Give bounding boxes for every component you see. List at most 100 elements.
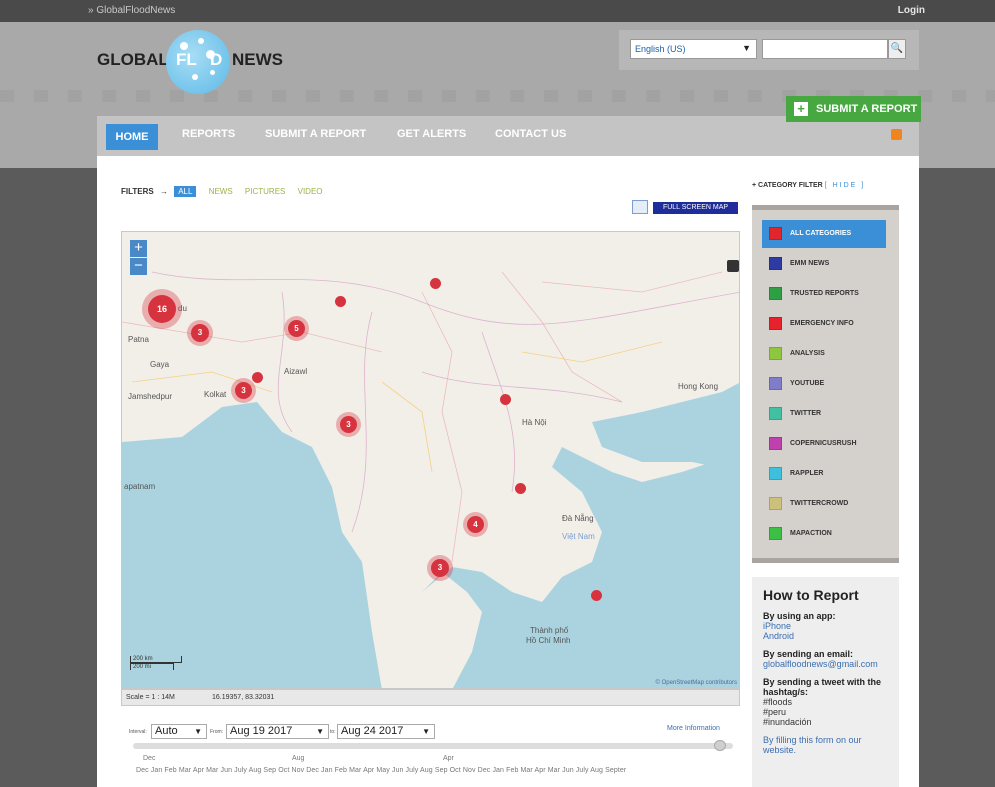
map-cluster-marker[interactable]: 3	[235, 382, 252, 399]
map-filters: FILTERS → ALL NEWS PICTURES VIDEO	[121, 186, 333, 197]
map-point-marker[interactable]	[500, 394, 511, 405]
category-filter-hide-link[interactable]: [ HIDE ]	[825, 182, 866, 189]
category-item[interactable]: YOUTUBE	[762, 370, 886, 398]
category-item[interactable]: ANALYSIS	[762, 340, 886, 368]
hashtag: #peru	[763, 707, 787, 717]
category-item[interactable]: COPERNICUSRUSH	[762, 430, 886, 458]
category-item[interactable]: EMM NEWS	[762, 250, 886, 278]
timeline-slider-handle[interactable]	[714, 740, 726, 751]
search-icon[interactable]: 🔍	[888, 39, 906, 59]
category-item[interactable]: ALL CATEGORIES	[762, 220, 886, 248]
language-select[interactable]: English (US) ▼	[630, 39, 757, 59]
fullscreen-icon[interactable]	[632, 200, 648, 214]
category-swatch-icon	[769, 407, 782, 420]
category-item[interactable]: TWITTERCROWD	[762, 490, 886, 518]
nav-contact-us[interactable]: CONTACT US	[495, 128, 566, 140]
filter-all[interactable]: ALL	[174, 186, 197, 197]
chevron-down-icon: ▼	[194, 727, 202, 736]
category-swatch-icon	[769, 347, 782, 360]
map-cluster-marker[interactable]: 3	[191, 324, 209, 342]
category-filter-header: + CATEGORY FILTER [ HIDE ]	[752, 182, 866, 189]
category-item[interactable]: RAPPLER	[762, 460, 886, 488]
map-label-hanoi: Hà Nội	[522, 418, 547, 427]
category-swatch-icon	[769, 377, 782, 390]
logo-drop-icon[interactable]: FL D	[166, 30, 230, 94]
email-link[interactable]: globalfloodnews@gmail.com	[763, 659, 888, 669]
category-swatch-icon	[769, 437, 782, 450]
interval-label: Interval:	[129, 729, 147, 735]
filter-news[interactable]: NEWS	[209, 187, 233, 196]
map-label-jamshedpur: Jamshedpur	[128, 392, 173, 401]
full-screen-map-button[interactable]: FULL SCREEN MAP	[653, 202, 738, 214]
map-label-aizawl: Aizawl	[284, 367, 308, 376]
category-item[interactable]: MAPACTION	[762, 520, 886, 548]
interval-select[interactable]: Auto ▼	[151, 724, 207, 739]
map-cluster-marker[interactable]: 5	[288, 320, 305, 337]
to-date-value: Aug 24 2017	[341, 725, 404, 737]
map-cluster-marker[interactable]: 16	[148, 295, 176, 323]
map-point-marker[interactable]	[591, 590, 602, 601]
map-label-patna: Patna	[128, 335, 149, 344]
timeline-year-mark: Apr	[443, 755, 454, 762]
search-input[interactable]	[762, 39, 888, 59]
more-information-link[interactable]: More Information	[667, 725, 720, 732]
logo-text-global[interactable]: GLOBAL	[97, 50, 169, 70]
rss-icon[interactable]	[891, 129, 902, 140]
to-date-select[interactable]: Aug 24 2017 ▼	[337, 724, 435, 739]
map-attribution[interactable]: © OpenStreetMap contributors	[656, 680, 737, 686]
site-breadcrumb[interactable]: » GlobalFloodNews	[88, 5, 175, 16]
submit-report-button[interactable]: + SUBMIT A REPORT	[786, 96, 921, 122]
category-label: TWITTERCROWD	[790, 500, 849, 507]
map-cluster-marker[interactable]: 4	[467, 516, 484, 533]
category-item[interactable]: TWITTER	[762, 400, 886, 428]
category-filter-title: CATEGORY FILTER	[758, 182, 823, 189]
map-scale-bar: 200 km 200 mi	[130, 656, 182, 670]
category-swatch-icon	[769, 287, 782, 300]
map-point-marker[interactable]	[252, 372, 263, 383]
map-point-marker[interactable]	[430, 278, 441, 289]
site-name[interactable]: GlobalFloodNews	[96, 5, 175, 16]
form-link[interactable]: By filling this form on our website.	[763, 735, 888, 755]
nav-submit-report[interactable]: SUBMIT A REPORT	[265, 128, 366, 140]
map-coordinates: 16.19357, 83.32031	[212, 694, 275, 701]
android-link[interactable]: Android	[763, 631, 888, 641]
chevron-down-icon: ▼	[422, 727, 430, 736]
category-label: COPERNICUSRUSH	[790, 440, 857, 447]
map-point-marker[interactable]	[515, 483, 526, 494]
logo-text-news[interactable]: NEWS	[232, 50, 283, 70]
category-label: ALL CATEGORIES	[790, 230, 852, 237]
logo-fl: FL	[176, 50, 197, 69]
to-label: to:	[330, 729, 336, 735]
map-cluster-marker[interactable]: 3	[340, 416, 357, 433]
category-label: EMM NEWS	[790, 260, 830, 267]
layers-icon[interactable]	[727, 260, 739, 272]
from-date-select[interactable]: Aug 19 2017 ▼	[226, 724, 329, 739]
zoom-in-button[interactable]: +	[130, 240, 147, 257]
map-scale-text: Scale = 1 : 14M	[126, 694, 175, 701]
filters-label: FILTERS	[121, 187, 154, 196]
map-label-du: du	[178, 304, 187, 313]
scale-km: 200 km	[130, 656, 182, 663]
iphone-link[interactable]: iPhone	[763, 621, 888, 631]
login-link[interactable]: Login	[898, 5, 925, 16]
filter-pictures[interactable]: PICTURES	[245, 187, 285, 196]
category-item[interactable]: TRUSTED REPORTS	[762, 280, 886, 308]
category-item[interactable]: EMERGENCY INFO	[762, 310, 886, 338]
timeline-slider-track[interactable]	[133, 743, 733, 749]
map-label-hcm-2: Hồ Chí Minh	[526, 636, 571, 645]
nav-reports[interactable]: REPORTS	[182, 128, 235, 140]
filter-video[interactable]: VIDEO	[298, 187, 323, 196]
hashtag: #floods	[763, 697, 793, 707]
submit-report-label: SUBMIT A REPORT	[816, 103, 918, 115]
category-swatch-icon	[769, 317, 782, 330]
category-label: YOUTUBE	[790, 380, 825, 387]
timeline: Interval: Auto ▼ From: Aug 19 2017 ▼ to: A…	[121, 722, 740, 777]
map-cluster-marker[interactable]: 3	[431, 559, 449, 577]
zoom-out-button[interactable]: −	[130, 258, 147, 275]
nav-home[interactable]: HOME	[106, 124, 158, 150]
app-label: By using an app:	[763, 611, 836, 621]
map-label-danang: Đà Nẵng	[562, 514, 594, 523]
flood-map[interactable]: + − Patna Gaya Jamshedpur Kolkat Aizawl …	[121, 231, 740, 689]
nav-get-alerts[interactable]: GET ALERTS	[397, 128, 466, 140]
map-point-marker[interactable]	[335, 296, 346, 307]
